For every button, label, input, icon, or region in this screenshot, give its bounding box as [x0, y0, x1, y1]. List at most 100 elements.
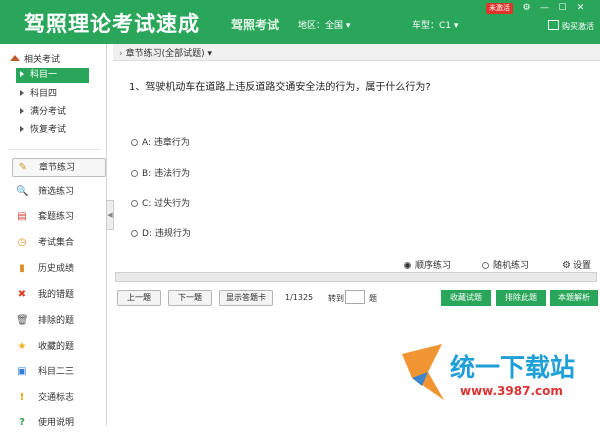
subject-item-full-score[interactable]: 满分考试: [16, 105, 89, 120]
related-exams-header: 相关考试: [10, 52, 60, 65]
option-d[interactable]: D: 违规行为: [131, 226, 191, 239]
radio-selected-icon: [404, 262, 411, 269]
collect-question-button[interactable]: 收藏试题: [441, 290, 491, 306]
book-icon: ▤: [17, 211, 27, 222]
subject-item-1[interactable]: 科目一: [16, 68, 89, 83]
jump-to-input[interactable]: [345, 290, 365, 304]
option-label: D: 违规行为: [142, 229, 191, 239]
trash-icon: 🗑: [16, 315, 29, 326]
option-label: A: 违章行为: [142, 138, 190, 148]
settings-button[interactable]: ⚙ 设置: [562, 258, 591, 271]
nav-filter-practice[interactable]: 🔍 筛选练习: [12, 183, 104, 201]
settings-label: 设置: [572, 261, 591, 271]
nav-label: 章节练习: [39, 163, 76, 173]
watermark-url: www.3987.com: [460, 384, 563, 398]
nav-label: 收藏的题: [38, 342, 75, 352]
watermark-logo-icon: [402, 344, 444, 400]
nav-usage-guide[interactable]: ? 使用说明: [12, 414, 104, 432]
question-counter: 1/1325: [285, 293, 314, 302]
breadcrumb-bar: › 章节练习(全部试题) ▾: [113, 44, 600, 61]
question-toolbar: 上一题 下一题 显示答题卡 1/1325 转到 题 收藏试题 排除此题 本题解析: [113, 287, 600, 309]
document-icon: ▣: [17, 366, 27, 377]
nav-label: 筛选练习: [38, 187, 75, 197]
arrow-right-icon: [20, 90, 24, 96]
nav-label: 我的错题: [38, 290, 75, 300]
app-title: 驾照理论考试速成: [24, 12, 200, 36]
nav-my-mistakes[interactable]: ✖ 我的错题: [12, 286, 104, 304]
radio-icon: [131, 230, 138, 237]
watermark: 统一下载站 www.3987.com: [398, 342, 598, 422]
option-label: C: 过失行为: [142, 199, 191, 209]
nav-set-practice[interactable]: ▤ 套题练习: [12, 208, 104, 226]
pencil-icon: ✎: [18, 162, 28, 173]
explain-question-button[interactable]: 本题解析: [550, 290, 598, 306]
related-exams-title: 相关考试: [24, 55, 61, 65]
nav-label: 使用说明: [38, 418, 75, 428]
car-type-selector[interactable]: 车型：C1 ▾: [412, 18, 458, 31]
minimize-icon[interactable]: —: [539, 3, 550, 14]
breadcrumb-label: 章节练习(全部试题) ▾: [125, 49, 213, 59]
question-text: 1、驾驶机动车在道路上违反道路交通安全法的行为，属于什么行为?: [129, 82, 431, 93]
nav-excluded[interactable]: 🗑 排除的题: [12, 312, 104, 330]
mode-sequential[interactable]: 顺序练习: [404, 258, 451, 271]
help-icon: ?: [19, 417, 25, 428]
next-question-button[interactable]: 下一题: [168, 290, 212, 306]
nav-label: 交通标志: [38, 393, 75, 403]
mode-label: 随机练习: [493, 261, 530, 271]
maximize-icon[interactable]: ☐: [557, 3, 568, 14]
home-icon: [10, 53, 20, 61]
subject-label: 科目四: [30, 89, 58, 99]
region-selector[interactable]: 地区：全国 ▾: [298, 18, 350, 31]
nav-favorites[interactable]: ★ 收藏的题: [12, 338, 104, 356]
answer-card-button[interactable]: 显示答题卡: [219, 290, 273, 306]
nav-subject-2-3[interactable]: ▣ 科目二三: [12, 363, 104, 381]
nav-history-scores[interactable]: ▮ 历史成绩: [12, 260, 104, 278]
cart-icon: [548, 20, 559, 30]
watermark-text: 统一下载站: [450, 353, 576, 382]
mode-label: 顺序练习: [415, 261, 452, 271]
arrow-right-icon: [20, 108, 24, 114]
magnifier-icon: 🔍: [16, 186, 29, 197]
nav-exam-collection[interactable]: ◷ 考试集合: [12, 234, 104, 252]
bar-chart-icon: ▮: [19, 263, 25, 274]
progress-bar: [115, 272, 597, 282]
nav-label: 排除的题: [38, 316, 75, 326]
close-icon[interactable]: ✕: [575, 3, 586, 14]
option-b[interactable]: B: 违法行为: [131, 166, 190, 179]
arrow-right-icon: [20, 126, 24, 132]
question-unit-label: 题: [369, 294, 377, 303]
prev-question-button[interactable]: 上一题: [117, 290, 161, 306]
nav-label: 科目二三: [38, 367, 75, 377]
mode-random[interactable]: 随机练习: [482, 258, 529, 271]
option-label: B: 违法行为: [142, 169, 191, 179]
star-icon: ★: [17, 341, 27, 352]
jump-to-label: 转到: [328, 294, 344, 303]
settings-icon[interactable]: ⚙: [521, 3, 532, 14]
breadcrumb[interactable]: › 章节练习(全部试题) ▾: [119, 46, 212, 59]
buy-label: 购买激活: [562, 22, 594, 31]
x-mark-icon: ✖: [17, 289, 27, 300]
subject-item-4[interactable]: 科目四: [16, 87, 89, 102]
sidebar: 相关考试 科目一 科目四 满分考试 恢复考试 ✎ 章节练习 🔍 筛选练习 ▤ 套题练习…: [0, 44, 107, 428]
clock-icon: ◷: [17, 237, 27, 248]
subject-label: 满分考试: [30, 107, 67, 117]
radio-icon: [131, 170, 138, 177]
nav-chapter-practice[interactable]: ✎ 章节练习: [12, 158, 106, 177]
radio-icon: [482, 262, 489, 269]
nav-traffic-signs[interactable]: ! 交通标志: [12, 389, 104, 407]
radio-icon: [131, 200, 138, 207]
nav-label: 套题练习: [38, 212, 75, 222]
nav-label: 历史成绩: [38, 264, 75, 274]
subject-item-resume[interactable]: 恢复考试: [16, 123, 89, 138]
exclude-question-button[interactable]: 排除此题: [496, 290, 546, 306]
sidebar-divider: [8, 149, 100, 150]
arrow-right-icon: [20, 71, 24, 77]
nav-label: 考试集合: [38, 238, 75, 248]
warning-sign-icon: !: [19, 392, 25, 403]
subject-label: 恢复考试: [30, 125, 67, 135]
buy-activate-button[interactable]: 购买激活: [548, 20, 594, 32]
option-c[interactable]: C: 过失行为: [131, 196, 190, 209]
subject-label: 科目一: [30, 70, 58, 80]
gear-icon: ⚙: [562, 260, 571, 271]
option-a[interactable]: A: 违章行为: [131, 135, 190, 148]
